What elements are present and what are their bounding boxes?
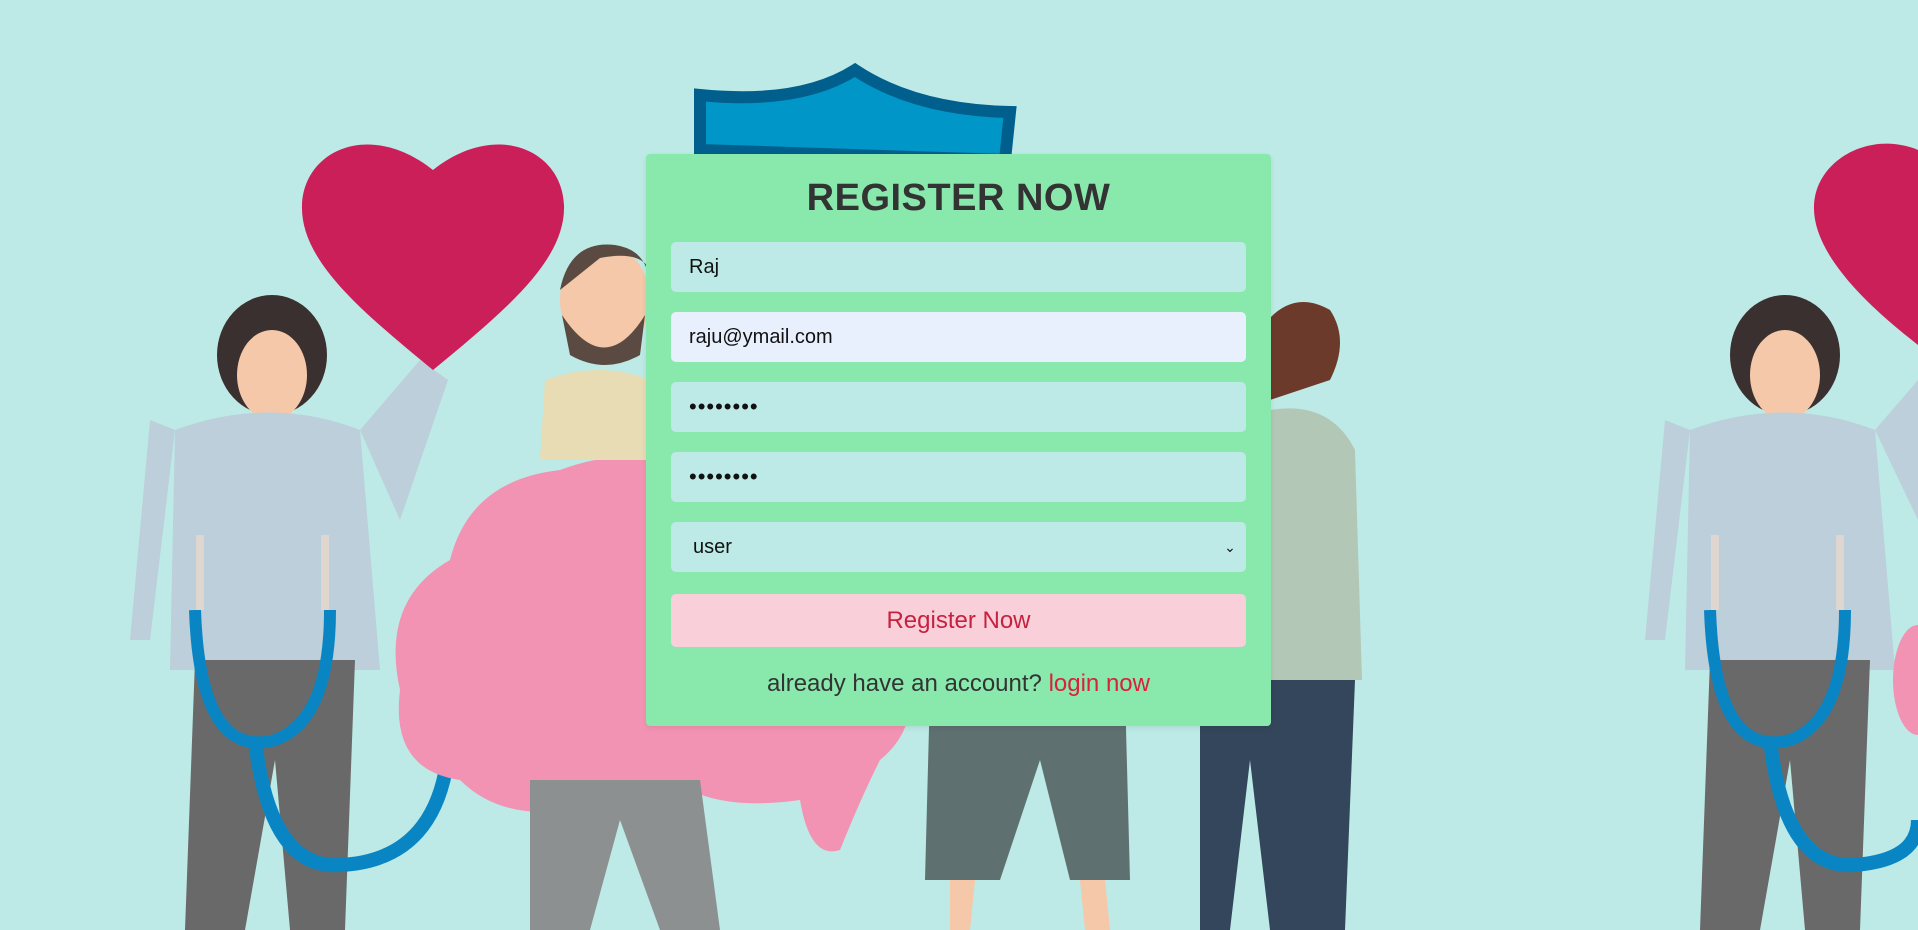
- register-form: REGISTER NOW Raj raju@ymail.com ••••••••…: [646, 154, 1271, 726]
- register-button[interactable]: Register Now: [671, 594, 1246, 647]
- chevron-down-icon: ⌄: [1224, 539, 1236, 555]
- page: REGISTER NOW Raj raju@ymail.com ••••••••…: [0, 0, 1918, 930]
- email-input[interactable]: raju@ymail.com: [671, 312, 1246, 362]
- login-prompt: already have an account? login now: [671, 669, 1246, 699]
- confirm-password-input[interactable]: ••••••••: [671, 452, 1246, 502]
- login-prompt-text: already have an account?: [767, 670, 1042, 697]
- user-type-select[interactable]: user ⌄: [671, 522, 1246, 572]
- login-link[interactable]: login now: [1049, 670, 1150, 697]
- name-input[interactable]: Raj: [671, 242, 1246, 292]
- user-type-selected-value: user: [693, 536, 732, 558]
- form-title: REGISTER NOW: [806, 177, 1111, 219]
- password-input[interactable]: ••••••••: [671, 382, 1246, 432]
